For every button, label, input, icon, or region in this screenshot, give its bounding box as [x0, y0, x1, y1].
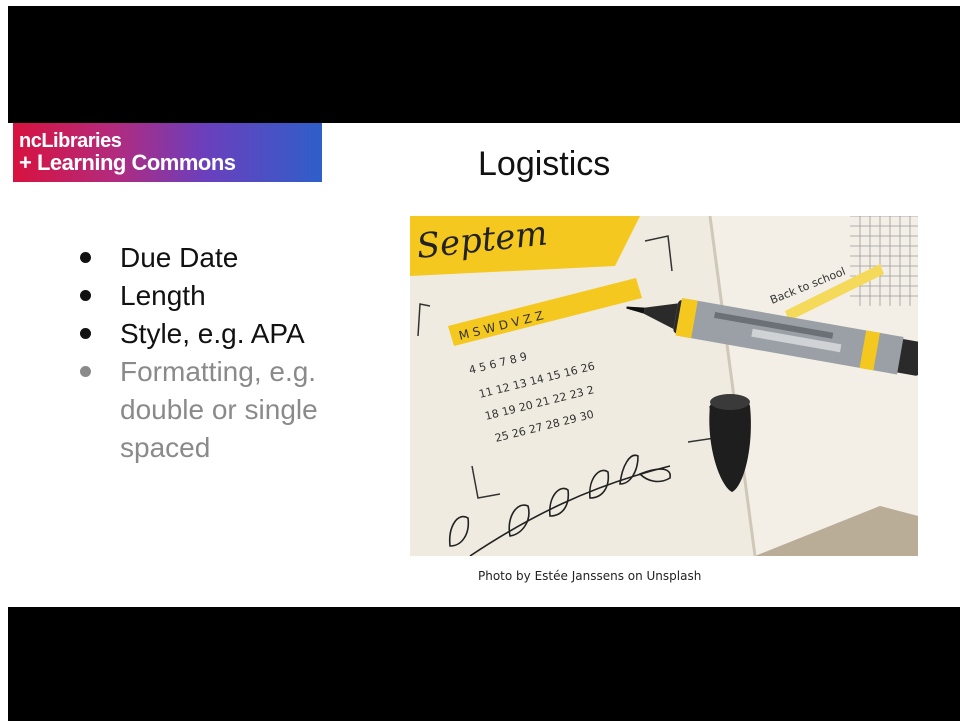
- slide-title: Logistics: [478, 145, 611, 183]
- logo-line2: + Learning Commons: [19, 150, 236, 175]
- nc-libraries-logo: ncLibraries + Learning Commons: [13, 123, 322, 182]
- logo-line1: ncLibraries: [19, 130, 122, 152]
- bullet-dot-icon: [80, 252, 91, 263]
- bullet-text: Length: [120, 280, 206, 311]
- bullet-text: Formatting, e.g. double or single spaced: [120, 356, 318, 463]
- bullet-item: Style, e.g. APA: [80, 315, 380, 353]
- calendar-photo-illustration: Septem M S W D V Z Z 4 5 6 7 8 9 11 12 1…: [410, 216, 918, 556]
- bullet-dot-icon: [80, 328, 91, 339]
- bullet-list: Due Date Length Style, e.g. APA Formatti…: [80, 239, 380, 467]
- bullet-dot-icon: [80, 366, 91, 377]
- bullet-item: Due Date: [80, 239, 380, 277]
- video-frame: ncLibraries + Learning Commons Logistics…: [8, 6, 960, 721]
- photo-credit: Photo by Estée Janssens on Unsplash: [478, 569, 702, 583]
- bullet-text: Due Date: [120, 242, 239, 273]
- bullet-item: Formatting, e.g. double or single spaced: [80, 353, 380, 467]
- slide: ncLibraries + Learning Commons Logistics…: [8, 123, 960, 607]
- calendar-photo: Septem M S W D V Z Z 4 5 6 7 8 9 11 12 1…: [410, 216, 918, 556]
- bullet-item: Length: [80, 277, 380, 315]
- bullet-text: Style, e.g. APA: [120, 318, 305, 349]
- bullet-dot-icon: [80, 290, 91, 301]
